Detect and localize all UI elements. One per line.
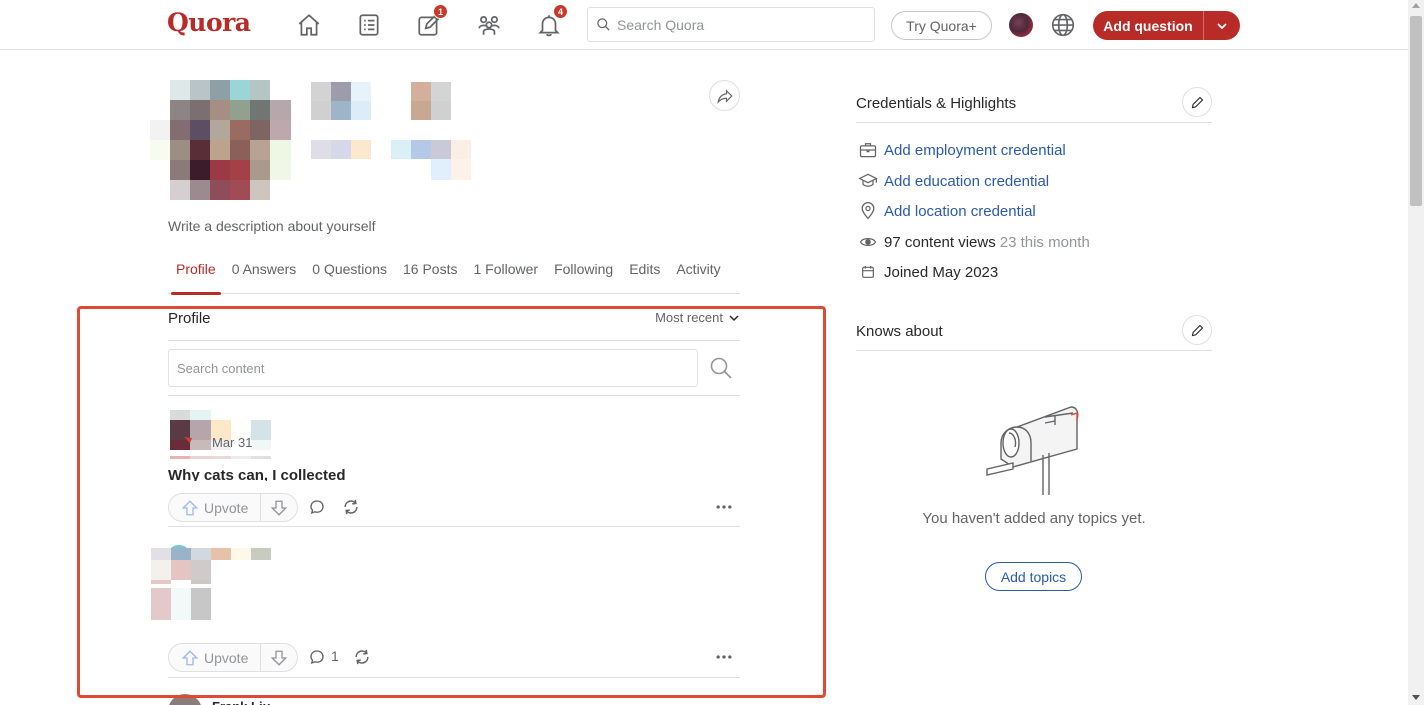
search-bar[interactable] — [587, 7, 875, 42]
home-icon[interactable] — [294, 10, 324, 40]
share-profile-button[interactable] — [709, 80, 740, 111]
employment-credential-link[interactable]: Add employment credential — [884, 142, 1066, 159]
tab-answers[interactable]: 0 Answers — [224, 257, 305, 294]
highlight-annotation-box — [77, 306, 826, 698]
location-pin-icon — [858, 201, 878, 221]
notification-badge: 4 — [553, 4, 568, 19]
scrollbar-thumb[interactable] — [1410, 16, 1422, 206]
empty-topics-message: You haven't added any topics yet. — [922, 510, 1146, 527]
add-education-credential[interactable]: Add education credential — [858, 170, 1049, 192]
tab-profile[interactable]: Profile — [168, 257, 224, 295]
answer-badge: 1 — [433, 4, 448, 19]
quora-logo[interactable]: Quora — [167, 8, 251, 37]
credentials-header: Credentials & Highlights — [856, 87, 1212, 123]
scroll-down-arrow-icon[interactable] — [1412, 695, 1420, 700]
add-employment-credential[interactable]: Add employment credential — [858, 139, 1066, 161]
education-credential-link[interactable]: Add education credential — [884, 173, 1049, 190]
add-topics-button[interactable]: Add topics — [985, 562, 1082, 591]
following-feed-icon[interactable] — [354, 10, 384, 40]
empty-mailbox-icon — [986, 406, 1079, 495]
edit-topics-button[interactable] — [1182, 315, 1212, 345]
next-post-author[interactable]: Frank Liu — [212, 699, 271, 705]
add-location-credential[interactable]: Add location credential — [858, 200, 1036, 222]
knows-about-header: Knows about — [856, 315, 1212, 351]
briefcase-icon — [858, 140, 878, 160]
bell-icon[interactable]: 4 — [534, 4, 568, 40]
credentials-title: Credentials & Highlights — [856, 95, 1017, 112]
profile-photo-pixelated[interactable] — [150, 80, 291, 200]
edit-credentials-button[interactable] — [1182, 87, 1212, 117]
content-views-month: 23 this month — [999, 233, 1090, 251]
tab-following[interactable]: Following — [546, 257, 621, 294]
pencil-icon — [1191, 324, 1203, 336]
tab-questions[interactable]: 0 Questions — [304, 257, 395, 294]
profile-tabs: Profile 0 Answers 0 Questions 16 Posts 1… — [168, 257, 740, 295]
add-question-button[interactable]: Add question — [1093, 11, 1240, 40]
profile-name-pixelated — [311, 82, 471, 180]
profile-description-placeholder[interactable]: Write a description about yourself — [168, 218, 376, 234]
pencil-icon — [1191, 96, 1203, 108]
joined-text: Joined May 2023 — [884, 263, 999, 281]
content-views: 97 content views 23 this month — [858, 231, 1090, 253]
user-avatar[interactable] — [1009, 13, 1033, 37]
try-quora-plus-button[interactable]: Try Quora+ — [891, 11, 992, 40]
globe-icon[interactable] — [1050, 12, 1076, 38]
answer-pencil-icon[interactable]: 1 — [414, 4, 448, 40]
share-arrow-icon — [716, 88, 733, 104]
tab-followers[interactable]: 1 Follower — [465, 257, 546, 294]
tab-activity[interactable]: Activity — [668, 257, 728, 294]
tab-posts[interactable]: 16 Posts — [395, 257, 465, 294]
top-navigation-bar: Quora 1 4 Try Quora+ Add question — [0, 0, 1408, 50]
chevron-down-icon[interactable] — [1204, 20, 1240, 32]
graduation-cap-icon — [858, 171, 878, 191]
search-input[interactable] — [617, 16, 857, 33]
add-question-label: Add question — [1103, 17, 1193, 34]
knows-about-title: Knows about — [856, 323, 943, 340]
scroll-up-arrow-icon[interactable] — [1412, 3, 1420, 8]
calendar-icon — [858, 262, 878, 282]
content-views-count: 97 content views — [884, 233, 996, 251]
spaces-icon[interactable] — [474, 10, 504, 40]
location-credential-link[interactable]: Add location credential — [884, 203, 1036, 220]
joined-date: Joined May 2023 — [858, 261, 998, 283]
tab-edits[interactable]: Edits — [621, 257, 668, 294]
eye-icon — [858, 232, 878, 252]
search-icon — [597, 18, 610, 31]
